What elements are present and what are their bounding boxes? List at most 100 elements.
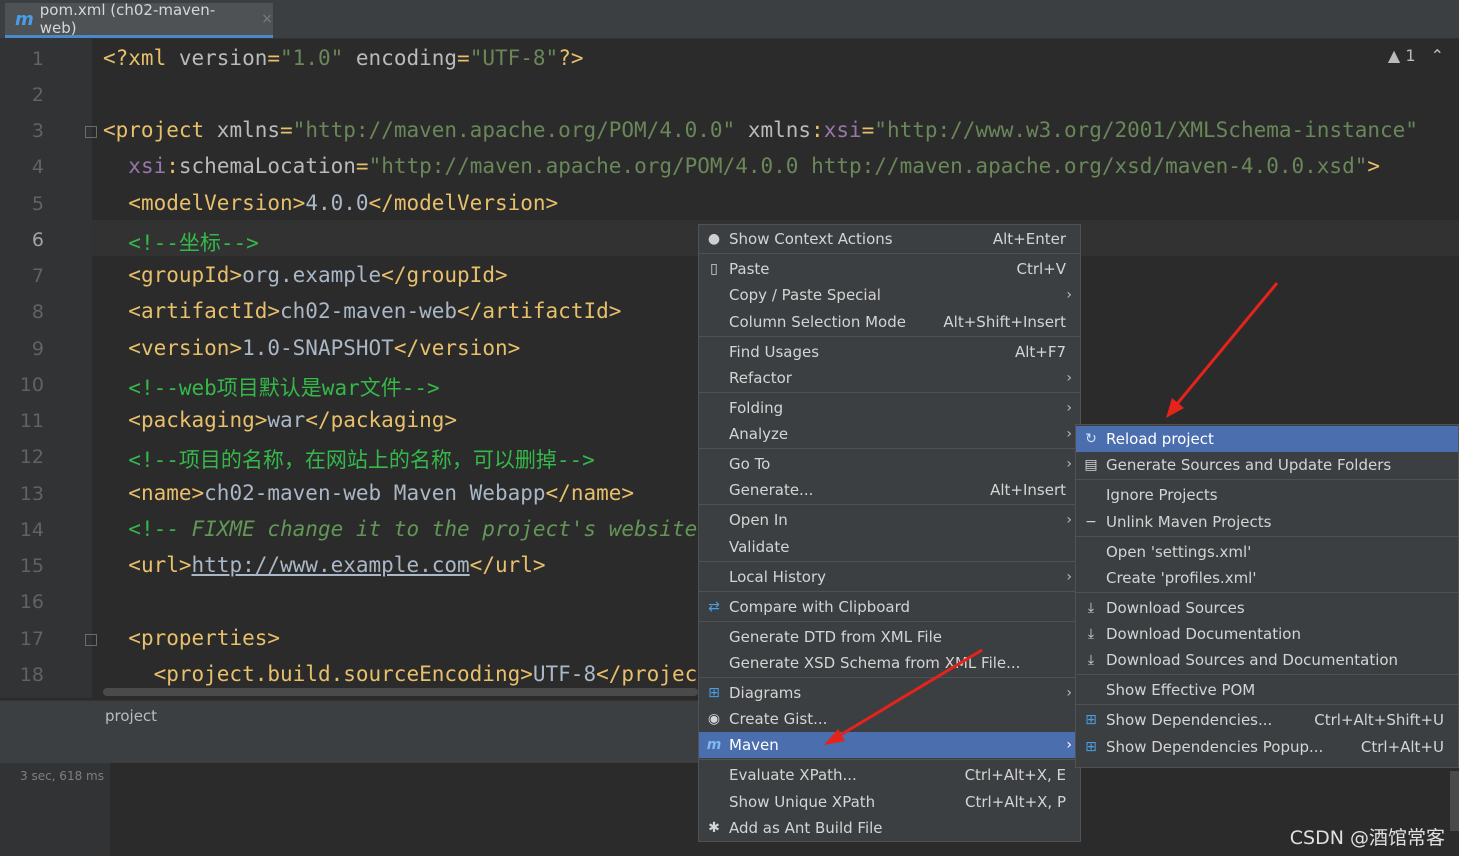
horizontal-scrollbar[interactable] [103,688,698,696]
minus-icon: − [1085,514,1097,530]
menu-item-paste[interactable]: ▯ Paste Ctrl+V [699,256,1080,282]
chevron-right-icon: › [1066,685,1072,701]
chevron-right-icon: › [1066,737,1072,753]
download-icon: ⤓ [1087,626,1095,642]
submenu-item-create-profiles[interactable]: Create 'profiles.xml' [1076,565,1458,591]
menu-item-open-in[interactable]: Open In › [699,507,1080,533]
maven-icon: m [15,8,34,30]
menu-item-add-as-ant[interactable]: ✱ Add as Ant Build File [699,815,1080,841]
submenu-item-reload-project[interactable]: ↻ Reload project [1076,426,1458,452]
chevron-right-icon: › [1066,456,1072,472]
menu-item-go-to[interactable]: Go To › [699,451,1080,477]
diagram-icon: ⊞ [1085,712,1097,728]
line-number: 12 [19,446,44,468]
line-number: 15 [19,555,44,577]
menu-item-local-history[interactable]: Local History › [699,564,1080,590]
watermark: CSDN @酒馆常客 [1289,827,1445,849]
close-icon[interactable]: × [261,11,273,27]
menu-item-refactor[interactable]: Refactor › [699,365,1080,391]
line-number: 1 [31,48,44,70]
github-icon: ◉ [707,711,721,727]
chevron-right-icon: › [1066,569,1072,585]
menu-item-maven[interactable]: m Maven › [699,732,1080,758]
maven-icon: m [706,737,722,753]
menu-item-copy-paste-special[interactable]: Copy / Paste Special › [699,282,1080,308]
code-line: <groupId>org.example</groupId> [128,263,508,287]
code-line: <modelVersion>4.0.0</modelVersion> [128,191,559,215]
submenu-item-generate-sources[interactable]: ▤ Generate Sources and Update Folders [1076,452,1458,478]
submenu-item-download-sources[interactable]: ⤓ Download Sources [1076,595,1458,621]
chevron-right-icon: › [1066,400,1072,416]
menu-item-generate-xsd[interactable]: Generate XSD Schema from XML File... [699,650,1080,676]
menu-item-generate[interactable]: Generate... Alt+Insert [699,477,1080,503]
line-number: 5 [31,193,44,215]
line-number: 7 [31,265,44,287]
menu-item-folding[interactable]: Folding › [699,395,1080,421]
submenu-item-show-effective-pom[interactable]: Show Effective POM [1076,677,1458,703]
line-number: 10 [19,374,44,396]
menu-item-show-context-actions[interactable]: ● Show Context Actions Alt+Enter [699,226,1080,252]
submenu-item-ignore-projects[interactable]: Ignore Projects [1076,482,1458,508]
chevron-right-icon: › [1066,426,1072,442]
menu-item-column-selection-mode[interactable]: Column Selection Mode Alt+Shift+Insert [699,309,1080,335]
line-number: 14 [19,519,44,541]
folder-refresh-icon: ▤ [1084,457,1098,473]
submenu-item-download-documentation[interactable]: ⤓ Download Documentation [1076,621,1458,647]
line-number: 13 [19,483,44,505]
code-line: <name>ch02-maven-web Maven Webapp</name> [128,481,635,505]
fold-marker-icon[interactable] [85,634,97,646]
menu-item-show-unique-xpath[interactable]: Show Unique XPath Ctrl+Alt+X, P [699,789,1080,815]
menu-item-find-usages[interactable]: Find Usages Alt+F7 [699,339,1080,365]
diagram-icon: ⊞ [708,685,720,701]
chevron-right-icon: › [1066,287,1072,303]
line-number: 9 [31,338,44,360]
submenu-item-open-settings[interactable]: Open 'settings.xml' [1076,539,1458,565]
code-line: <!-- FIXME change it to the project's we… [128,517,748,541]
code-line: <?xml version="1.0" encoding="UTF-8"?> [103,46,584,70]
menu-item-create-gist[interactable]: ◉ Create Gist... [699,706,1080,732]
line-number: 2 [31,84,44,106]
submenu-item-unlink-maven-projects[interactable]: − Unlink Maven Projects [1076,509,1458,535]
inspection-warning-indicator[interactable]: ▲ 1 ⌃ [1388,46,1444,65]
fold-marker-icon[interactable] [85,126,97,138]
compare-icon: ⇄ [708,599,720,615]
code-line: <artifactId>ch02-maven-web</artifactId> [128,299,622,323]
editor-context-menu: ● Show Context Actions Alt+Enter ▯ Paste… [698,224,1081,842]
vertical-scrollbar[interactable] [1450,771,1459,831]
chevron-right-icon: › [1066,370,1072,386]
code-line: <project xmlns="http://maven.apache.org/… [103,118,1418,142]
chevron-up-icon[interactable]: ⌃ [1431,46,1444,65]
menu-item-analyze[interactable]: Analyze › [699,421,1080,447]
menu-item-validate[interactable]: Validate [699,534,1080,560]
warning-count: 1 [1405,46,1416,65]
code-line: <url>http://www.example.com</url> [128,553,546,577]
code-line: <properties> [128,626,281,650]
line-number: 17 [19,628,44,650]
line-number: 11 [19,410,44,432]
download-icon: ⤓ [1087,652,1095,668]
menu-item-diagrams[interactable]: ⊞ Diagrams › [699,680,1080,706]
reload-icon: ↻ [1085,431,1097,447]
code-line: <!--项目的名称，在网站上的名称，可以删掉--> [128,448,595,472]
lightbulb-icon: ● [707,231,721,247]
code-line: <version>1.0-SNAPSHOT</version> [128,336,521,360]
submenu-item-show-dependencies-popup[interactable]: ⊞ Show Dependencies Popup... Ctrl+Alt+U [1076,734,1458,760]
line-number: 16 [19,591,44,613]
menu-item-compare-with-clipboard[interactable]: ⇄ Compare with Clipboard [699,594,1080,620]
download-icon: ⤓ [1087,600,1095,616]
clipboard-icon: ▯ [710,261,718,277]
code-line: <packaging>war</packaging> [128,408,458,432]
ant-icon: ✱ [708,820,720,836]
editor-tab-pom[interactable]: m pom.xml (ch02-maven-web) × [5,1,273,38]
line-number: 8 [31,301,44,323]
diagram-icon: ⊞ [1085,739,1097,755]
tab-title: pom.xml (ch02-maven-web) [39,1,216,37]
submenu-item-show-dependencies[interactable]: ⊞ Show Dependencies... Ctrl+Alt+Shift+U [1076,707,1458,733]
line-number: 3 [31,120,44,142]
submenu-item-download-sources-docs[interactable]: ⤓ Download Sources and Documentation [1076,647,1458,673]
menu-item-generate-dtd[interactable]: Generate DTD from XML File [699,624,1080,650]
code-line: xsi:schemaLocation="http://maven.apache.… [128,154,1381,178]
line-number: 18 [19,664,44,686]
breadcrumb-item-project[interactable]: project [105,707,157,725]
menu-item-evaluate-xpath[interactable]: Evaluate XPath... Ctrl+Alt+X, E [699,762,1080,788]
